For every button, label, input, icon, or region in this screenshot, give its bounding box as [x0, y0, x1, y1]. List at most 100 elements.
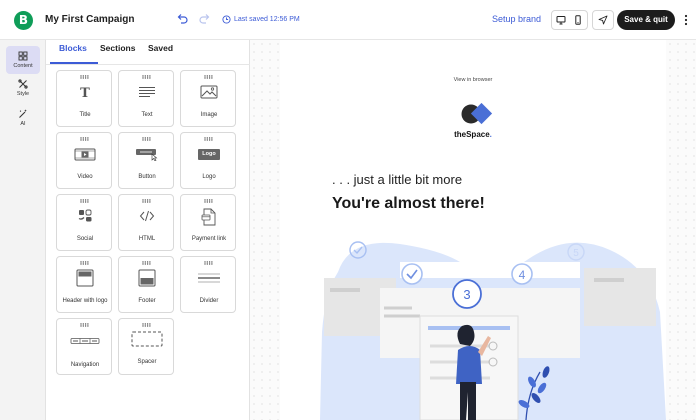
- block-card-social[interactable]: Social: [56, 194, 112, 251]
- block-card-navigation[interactable]: Navigation: [56, 318, 112, 375]
- last-saved-status: Last saved 12:56 PM: [222, 15, 300, 24]
- view-in-browser-link[interactable]: View in browser: [280, 77, 666, 83]
- block-label: Spacer: [137, 359, 157, 365]
- footer-icon: [119, 269, 175, 287]
- block-label: HTML: [138, 236, 156, 242]
- logo-icon: Logo: [181, 149, 237, 160]
- drag-handle-icon: [204, 137, 213, 141]
- drag-handle-icon: [142, 137, 151, 141]
- magic-wand-icon: [19, 109, 27, 118]
- header-with-logo-icon: [57, 269, 113, 287]
- drag-handle-icon: [80, 261, 89, 265]
- image-icon: [181, 85, 237, 99]
- rail-item-label: Content: [13, 63, 33, 69]
- svg-text:T: T: [80, 86, 90, 99]
- editor-side-rail: Content Style AI: [0, 40, 46, 420]
- email-subtitle: . . . just a little bit more: [332, 172, 463, 187]
- block-label: Navigation: [70, 362, 100, 368]
- button-icon: [119, 148, 175, 161]
- drag-handle-icon: [142, 323, 151, 327]
- block-label: Footer: [138, 298, 156, 304]
- brand-name-dot: .: [489, 130, 492, 139]
- block-label: Payment link: [191, 236, 227, 242]
- block-card-payment-link[interactable]: Payment link: [180, 194, 236, 251]
- drag-handle-icon: [80, 137, 89, 141]
- block-card-text[interactable]: Text: [118, 70, 174, 127]
- clock-icon: [222, 15, 231, 24]
- payment-link-icon: [181, 208, 237, 226]
- rail-item-style[interactable]: Style: [6, 74, 40, 102]
- active-tab-indicator: [50, 62, 98, 64]
- drag-handle-icon: [204, 75, 213, 79]
- block-label: Text: [141, 112, 153, 118]
- desktop-icon: [556, 16, 566, 25]
- video-icon: [57, 148, 113, 161]
- last-saved-text: Last saved 12:56 PM: [234, 16, 300, 23]
- html-icon: [119, 210, 175, 222]
- save-and-quit-button[interactable]: Save & quit: [617, 10, 675, 30]
- rail-item-label: Style: [16, 91, 30, 97]
- tab-blocks[interactable]: Blocks: [59, 43, 87, 53]
- rail-item-content[interactable]: Content: [6, 46, 40, 74]
- drag-handle-icon: [204, 261, 213, 265]
- text-icon: [119, 86, 175, 98]
- block-label: Button: [138, 174, 156, 180]
- email-preview[interactable]: View in browser theSpace. . . . just a l…: [280, 40, 666, 420]
- drag-handle-icon: [142, 199, 151, 203]
- tab-sections[interactable]: Sections: [100, 43, 135, 53]
- drag-handle-icon: [80, 199, 89, 203]
- block-label: Divider: [199, 298, 219, 304]
- undo-icon[interactable]: [176, 12, 188, 26]
- brand-name: theSpace.: [280, 130, 666, 139]
- step-number: 4: [519, 268, 526, 282]
- mobile-icon: [575, 15, 581, 25]
- block-label: Social: [76, 236, 94, 242]
- drag-handle-icon: [204, 199, 213, 203]
- block-card-button[interactable]: Button: [118, 132, 174, 189]
- rail-item-ai[interactable]: AI: [6, 104, 40, 132]
- brand-logo-icon: [461, 103, 493, 125]
- divider-icon: [181, 272, 237, 284]
- top-bar: B My First Campaign Last saved 12:56 PM …: [0, 0, 696, 40]
- step-number: 3: [463, 287, 470, 302]
- block-label: Header with logo: [62, 298, 108, 304]
- brush-icon: [18, 79, 28, 89]
- drag-handle-icon: [142, 261, 151, 265]
- spacer-icon: [119, 331, 175, 347]
- block-card-title[interactable]: T Title: [56, 70, 112, 127]
- blocks-panel: Blocks Sections Saved T Title Text Image…: [46, 40, 250, 420]
- block-card-logo[interactable]: Logo Logo: [180, 132, 236, 189]
- mobile-view-button[interactable]: [570, 11, 588, 29]
- device-toggle: [551, 10, 588, 30]
- block-label: Title: [79, 112, 91, 118]
- block-label: Video: [77, 174, 93, 180]
- panel-tabs: Blocks Sections Saved: [46, 40, 250, 65]
- more-options-icon[interactable]: [680, 12, 692, 28]
- logo-badge: Logo: [198, 149, 220, 160]
- title-icon: T: [57, 85, 113, 99]
- progress-illustration: 3 4 5: [320, 241, 666, 420]
- block-card-spacer[interactable]: Spacer: [118, 318, 174, 375]
- step-number: 5: [573, 248, 579, 259]
- block-label: Image: [200, 112, 218, 118]
- block-card-image[interactable]: Image: [180, 70, 236, 127]
- brevo-logo[interactable]: B: [14, 11, 33, 30]
- drag-handle-icon: [80, 323, 89, 327]
- drag-handle-icon: [80, 75, 89, 79]
- brand-name-text: theSpace: [454, 130, 490, 139]
- drag-handle-icon: [142, 75, 151, 79]
- block-card-divider[interactable]: Divider: [180, 256, 236, 313]
- block-card-html[interactable]: HTML: [118, 194, 174, 251]
- block-label: Logo: [202, 174, 216, 180]
- desktop-view-button[interactable]: [552, 11, 570, 29]
- grid-icon: [18, 51, 28, 61]
- redo-icon[interactable]: [199, 12, 211, 26]
- block-card-header-with-logo[interactable]: Header with logo: [56, 256, 112, 313]
- campaign-name[interactable]: My First Campaign: [45, 14, 134, 25]
- send-test-button[interactable]: [592, 10, 614, 30]
- tab-saved[interactable]: Saved: [148, 43, 173, 53]
- block-card-video[interactable]: Video: [56, 132, 112, 189]
- block-card-footer[interactable]: Footer: [118, 256, 174, 313]
- setup-brand-link[interactable]: Setup brand: [492, 14, 541, 24]
- paper-plane-icon: [598, 15, 608, 25]
